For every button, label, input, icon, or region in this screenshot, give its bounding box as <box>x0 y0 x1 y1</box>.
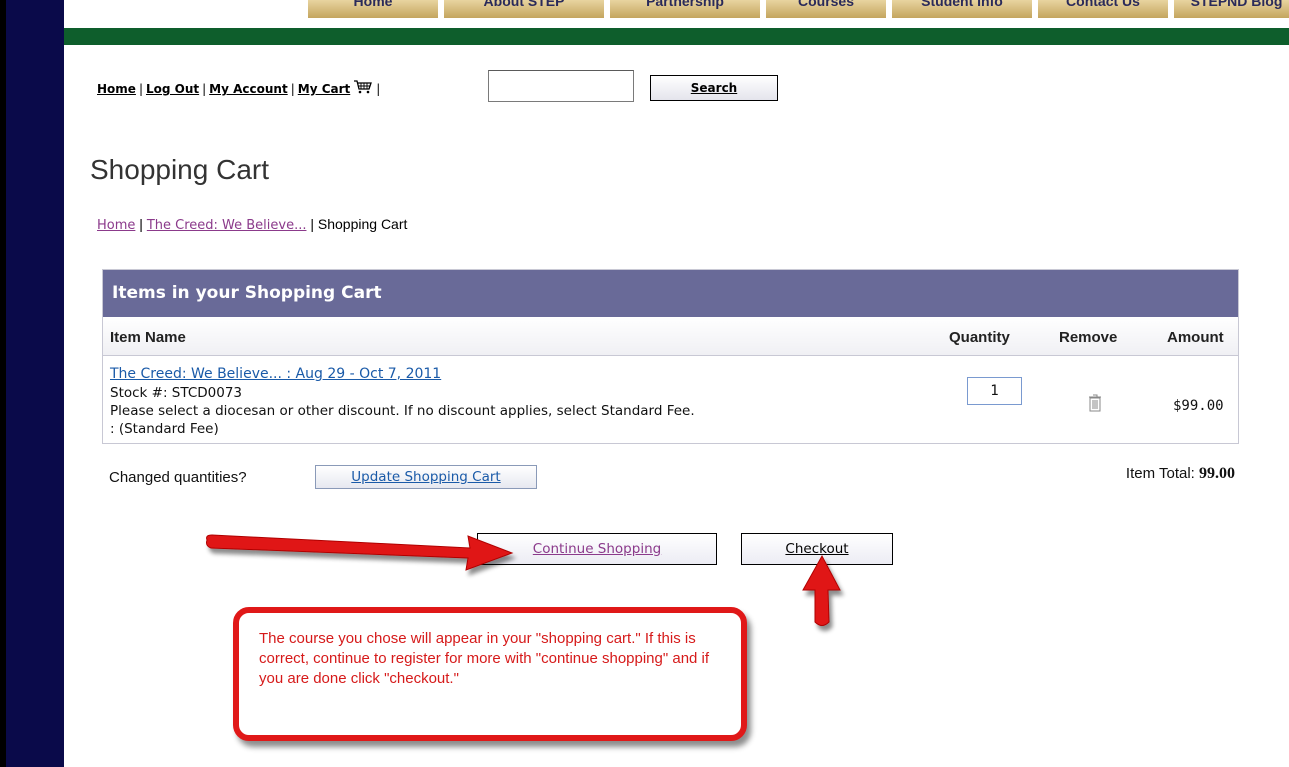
cart-heading: Items in your Shopping Cart <box>103 270 1238 317</box>
account-links: Home | Log Out | My Account | My Cart | <box>97 80 383 96</box>
my-cart-label: My Cart <box>297 82 351 96</box>
nav-tab-home[interactable]: Home <box>308 0 438 18</box>
quantity-input[interactable]: 1 <box>967 377 1022 405</box>
nav-tab-about[interactable]: About STEP <box>444 0 604 18</box>
col-amount: Amount <box>1167 329 1224 346</box>
changed-quantities-label: Changed quantities? <box>109 469 247 486</box>
item-name-link[interactable]: The Creed: We Believe... : Aug 29 - Oct … <box>110 366 441 382</box>
stock-number: Stock #: STCD0073 <box>110 385 243 401</box>
table-header: Item Name Quantity Remove Amount <box>103 317 1238 356</box>
cart-panel: Items in your Shopping Cart Item Name Qu… <box>102 269 1239 444</box>
left-sidebar-strip <box>0 0 64 767</box>
col-item-name: Item Name <box>110 329 186 346</box>
browser-page: Home About STEP Partnership Courses Stud… <box>0 0 1289 767</box>
nav-tab-contact[interactable]: Contact Us <box>1038 0 1168 18</box>
breadcrumb-course[interactable]: The Creed: We Believe... <box>147 218 307 233</box>
search-input[interactable] <box>488 70 634 102</box>
nav-tab-student-info[interactable]: Student Info <box>892 0 1032 18</box>
arrow-to-checkout-icon <box>802 554 841 626</box>
my-cart-link[interactable]: My Cart <box>297 80 374 96</box>
separator: | <box>138 82 143 96</box>
top-navigation: Home About STEP Partnership Courses Stud… <box>64 0 1289 28</box>
item-total-value: 99.00 <box>1199 465 1235 482</box>
green-header-bar <box>64 28 1289 45</box>
separator: | <box>202 82 207 96</box>
table-row: The Creed: We Believe... : Aug 29 - Oct … <box>103 356 1238 444</box>
instruction-callout: The course you chose will appear in your… <box>233 607 747 741</box>
separator: | <box>376 82 381 96</box>
continue-shopping-button[interactable]: Continue Shopping <box>477 533 717 565</box>
trash-icon[interactable] <box>1088 394 1102 412</box>
item-amount: $99.00 <box>1173 398 1224 414</box>
nav-tab-blog[interactable]: STEPND Blog <box>1174 0 1289 18</box>
item-total: Item Total: 99.00 <box>1126 465 1235 483</box>
arrow-to-continue-icon <box>206 534 514 571</box>
shopping-cart-icon <box>354 80 373 94</box>
discount-note: Please select a diocesan or other discou… <box>110 403 695 419</box>
nav-tab-partnership[interactable]: Partnership <box>610 0 760 18</box>
separator: | <box>290 82 295 96</box>
search-button[interactable]: Search <box>650 75 778 101</box>
col-remove: Remove <box>1059 329 1118 346</box>
fee-option: : (Standard Fee) <box>110 421 219 437</box>
logout-link[interactable]: Log Out <box>146 82 199 96</box>
home-link[interactable]: Home <box>97 82 136 96</box>
checkout-button[interactable]: Checkout <box>741 533 893 565</box>
breadcrumb: Home | The Creed: We Believe... | Shoppi… <box>97 216 408 233</box>
breadcrumb-current: Shopping Cart <box>317 216 408 232</box>
window-edge <box>0 0 6 767</box>
breadcrumb-home[interactable]: Home <box>97 218 135 233</box>
nav-tab-courses[interactable]: Courses <box>766 0 886 18</box>
update-cart-button[interactable]: Update Shopping Cart <box>315 465 537 489</box>
col-quantity: Quantity <box>949 329 1010 346</box>
page-title: Shopping Cart <box>90 154 270 185</box>
item-total-label: Item Total: <box>1125 465 1199 482</box>
my-account-link[interactable]: My Account <box>209 82 288 96</box>
